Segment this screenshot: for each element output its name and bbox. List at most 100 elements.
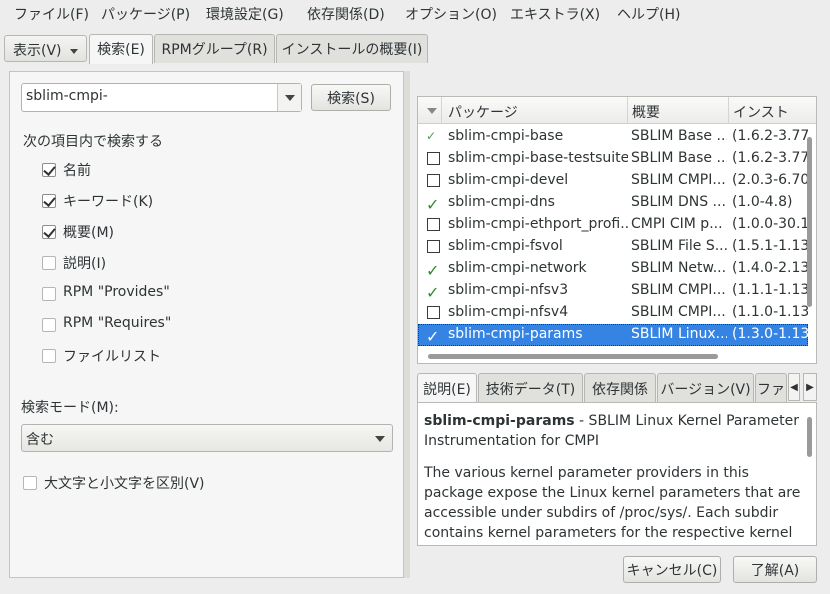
package-name-cell: sblim-cmpi-devel (448, 172, 569, 188)
description-vscroll[interactable] (807, 417, 812, 457)
sort-arrow-icon[interactable] (427, 108, 437, 114)
installed-check-icon[interactable]: ✓ (426, 195, 439, 214)
package-installed-cell: (1.1.1-1.13 (732, 282, 808, 298)
tab-rpm-groups-label: RPMグループ(R) (161, 42, 268, 58)
package-row[interactable]: ✓ sblim-cmpi-dns SBLIM DNS ... (1.0-4.8) (418, 192, 808, 214)
search-option-label-6: ファイルリスト (63, 349, 161, 365)
search-option-label-4: RPM "Provides" (63, 284, 170, 300)
package-table-vscroll[interactable] (807, 137, 812, 307)
package-name-cell: sblim-cmpi-nfsv3 (448, 282, 569, 298)
package-installed-cell: (2.0.3-6.70 (732, 172, 808, 188)
package-row[interactable]: ✓ sblim-cmpi-nfsv3 SBLIM CMPI... (1.1.1-1.1… (418, 280, 808, 302)
search-option-checkbox-2[interactable] (42, 225, 56, 239)
package-summary-cell: SBLIM Netw... (631, 260, 727, 276)
not-installed-checkbox[interactable] (427, 218, 440, 231)
tab-rpm-groups[interactable]: RPMグループ(R) (154, 34, 275, 63)
update-check-icon[interactable]: ✓ (426, 129, 436, 143)
tab-search[interactable]: 検索(E) (89, 34, 153, 64)
package-name-cell: sblim-cmpi-base-testsuite (448, 150, 628, 166)
package-row[interactable]: ✓ sblim-cmpi-network SBLIM Netw... (1.4.0-2… (418, 258, 808, 280)
menu-item-1[interactable]: パッケージ(P) (101, 4, 190, 24)
tabs-scroll-left-button[interactable]: ◀ (788, 373, 800, 401)
package-summary-cell: SBLIM File S... (631, 238, 727, 254)
package-row-partial (418, 346, 808, 352)
detail-tab-0[interactable]: 説明(E) (417, 373, 477, 402)
column-installed[interactable]: インスト (733, 102, 789, 122)
package-installed-cell: (1.6.2-3.77 (732, 150, 808, 166)
package-name-cell: sblim-cmpi-ethport_profi... (448, 216, 628, 232)
package-installed-cell: (1.5.1-1.13 (732, 238, 808, 254)
not-installed-checkbox[interactable] (427, 152, 440, 165)
column-package[interactable]: パッケージ (448, 102, 518, 122)
search-option-checkbox-3[interactable] (42, 256, 56, 270)
package-row[interactable]: sblim-cmpi-devel SBLIM CMPI... (2.0.3-6.70 (418, 170, 808, 192)
detail-tab-2[interactable]: 依存関係 (584, 373, 656, 402)
menu-item-0[interactable]: ファイル(F) (14, 4, 89, 24)
cancel-button[interactable]: キャンセル(C) (623, 556, 721, 583)
package-row[interactable]: sblim-cmpi-nfsv4 SBLIM CMPI... (1.1.0-1.13 (418, 302, 808, 324)
detail-tab-3[interactable]: バージョン(V) (657, 373, 754, 402)
package-name-cell: sblim-cmpi-dns (448, 194, 555, 210)
package-summary-cell: SBLIM Base ... (631, 150, 727, 166)
tab-install-summary[interactable]: インストールの概要(I) (276, 34, 428, 63)
tabs-scroll-right-button[interactable]: ▶ (803, 373, 817, 401)
search-option-label-3: 説明(I) (63, 256, 107, 272)
menu-item-5[interactable]: エキストラ(X) (510, 4, 600, 24)
menu-item-4[interactable]: オプション(O) (405, 4, 497, 24)
menu-item-3[interactable]: 依存関係(D) (307, 4, 385, 24)
menu-item-6[interactable]: ヘルプ(H) (617, 4, 680, 24)
package-installed-cell: (1.4.0-2.13 (732, 260, 808, 276)
search-query-combo[interactable]: sblim-cmpi- (21, 83, 302, 112)
search-button[interactable]: 検索(S) (311, 84, 391, 111)
case-sensitive-label: 大文字と小文字を区別(V) (44, 476, 205, 492)
detail-description: The various kernel parameter providers i… (424, 465, 801, 541)
not-installed-checkbox[interactable] (427, 306, 440, 319)
search-option-label-2: 概要(M) (63, 225, 115, 241)
view-menu-button[interactable]: 表示(V) (4, 35, 87, 62)
chevron-down-icon (285, 95, 295, 101)
search-option-checkbox-1[interactable] (42, 194, 56, 208)
tab-install-summary-label: インストールの概要(I) (281, 42, 423, 58)
search-mode-select[interactable]: 含む (21, 424, 393, 452)
package-installed-cell: (1.3.0-1.13 (732, 326, 808, 342)
package-row[interactable]: sblim-cmpi-fsvol SBLIM File S... (1.5.1-1.… (418, 236, 808, 258)
detail-package-name: sblim-cmpi-params (424, 413, 575, 429)
left-panel-scrollbar[interactable] (404, 71, 410, 578)
search-mode-label: 検索モード(M): (21, 400, 119, 416)
package-summary-cell: SBLIM Base ... (631, 128, 727, 144)
menu-item-2[interactable]: 環境設定(G) (206, 4, 284, 24)
package-name-cell: sblim-cmpi-base (448, 128, 564, 144)
chevron-down-icon (69, 48, 78, 54)
package-summary-cell: SBLIM Linux... (631, 326, 727, 342)
installed-check-icon[interactable]: ✓ (426, 327, 439, 346)
ok-button[interactable]: 了解(A) (733, 556, 817, 583)
installed-check-icon[interactable]: ✓ (426, 283, 439, 302)
package-panel: パッケージ 概要 インスト ✓ sblim-cmpi-base SBLIM Base… (411, 71, 827, 591)
search-option-checkbox-6[interactable] (42, 349, 56, 363)
package-row[interactable]: ✓ sblim-cmpi-params SBLIM Linux... (1.3.0-1… (418, 324, 808, 346)
installed-check-icon[interactable]: ✓ (426, 261, 439, 280)
package-description-box: sblim-cmpi-params - SBLIM Linux Kernel P… (417, 402, 817, 546)
package-row[interactable]: sblim-cmpi-ethport_profi... CMPI CIM p...… (418, 214, 808, 236)
package-summary-cell: SBLIM CMPI... (631, 282, 726, 298)
not-installed-checkbox[interactable] (427, 174, 440, 187)
search-option-label-5: RPM "Requires" (63, 315, 172, 331)
package-row[interactable]: ✓ sblim-cmpi-base SBLIM Base ... (1.6.2-3.7… (418, 126, 808, 148)
detail-tab-4[interactable]: ファ (755, 373, 787, 402)
package-installed-cell: (1.6.2-3.77 (732, 128, 808, 144)
detail-tab-1[interactable]: 技術データ(T) (478, 373, 583, 402)
search-option-checkbox-0[interactable] (42, 163, 56, 177)
package-row[interactable]: sblim-cmpi-base-testsuite SBLIM Base ... (… (418, 148, 808, 170)
search-history-dropdown[interactable] (277, 84, 301, 111)
package-summary-cell: SBLIM CMPI... (631, 172, 726, 188)
search-mode-dropdown[interactable] (368, 425, 392, 451)
menubar: ファイル(F) パッケージ(P) 環境設定(G) 依存関係(D) オプション(O) エキス… (0, 0, 830, 26)
case-sensitive-checkbox[interactable] (23, 476, 37, 490)
not-installed-checkbox[interactable] (427, 240, 440, 253)
column-summary[interactable]: 概要 (632, 102, 660, 122)
search-within-label: 次の項目内で検索する (23, 134, 163, 150)
search-query-input[interactable]: sblim-cmpi- (26, 88, 108, 104)
search-option-checkbox-4[interactable] (42, 287, 56, 301)
package-table-hscroll[interactable] (428, 354, 718, 359)
search-option-checkbox-5[interactable] (42, 318, 56, 332)
